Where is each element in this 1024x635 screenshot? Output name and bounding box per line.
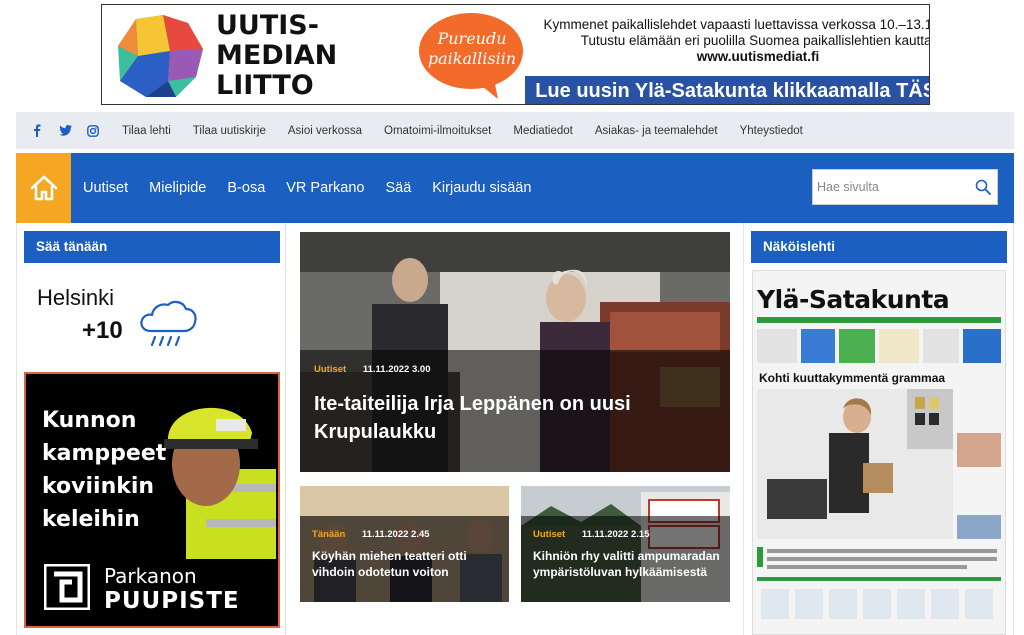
home-button[interactable]: [16, 153, 71, 223]
main-navigation: Uutiset Mielipide B-osa VR Parkano Sää K…: [16, 153, 1014, 223]
banner-logo-text: UUTIS- MEDIAN LIITTO: [216, 11, 337, 101]
social-links: [30, 124, 100, 138]
nav-item-vr-parkano[interactable]: VR Parkano: [286, 180, 364, 196]
facebook-icon[interactable]: [30, 124, 44, 138]
uutismedian-liitto-logo: [118, 15, 203, 97]
article-meta: Uutiset 11.11.2022 2.15: [533, 529, 649, 540]
puupiste-logo-icon: [44, 564, 90, 610]
featured-date: 11.11.2022 3.00: [362, 364, 431, 375]
search-input[interactable]: [813, 172, 963, 202]
puupiste-ad[interactable]: Kunnon kamppeet koviinkin keleihin Parka…: [24, 372, 280, 628]
banner-cta-button[interactable]: Lue uusin Ylä-Satakunta klikkaamalla TÄS…: [525, 76, 929, 104]
article-date: 11.11.2022 2.15: [581, 529, 650, 540]
ad-headline-line: koviinkin: [42, 474, 155, 499]
util-link-asiakas-teemalehdet[interactable]: Asiakas- ja teemalehdet: [595, 125, 718, 137]
weather-temperature: +10: [82, 317, 123, 344]
twitter-icon[interactable]: [58, 124, 72, 138]
top-banner-ad[interactable]: UUTIS- MEDIAN LIITTO Pureudu paikallisii…: [101, 4, 930, 105]
nav-items: Uutiset Mielipide B-osa VR Parkano Sää K…: [83, 153, 552, 223]
right-column: Näköislehti Ylä-Satakunta Kohti kuuttaky…: [744, 223, 1014, 635]
nav-item-saa[interactable]: Sää: [385, 180, 411, 196]
util-link-yhteystiedot[interactable]: Yhteystiedot: [740, 125, 803, 137]
banner-url[interactable]: www.uutismediat.fi: [532, 49, 929, 65]
util-link-asioi-verkossa[interactable]: Asioi verkossa: [288, 125, 362, 137]
weather-city: Helsinki: [37, 285, 115, 310]
article-title[interactable]: Köyhän miehen teatteri otti vihdoin odot…: [312, 548, 504, 580]
util-link-omatoimi-ilmoitukset[interactable]: Omatoimi-ilmoitukset: [384, 125, 491, 137]
search-icon[interactable]: [975, 179, 991, 195]
featured-category[interactable]: Uutiset: [314, 364, 346, 375]
nav-item-mielipide[interactable]: Mielipide: [149, 180, 206, 196]
rain-cloud-icon: [140, 300, 197, 347]
banner-logo-line: LIITTO: [216, 70, 314, 101]
middle-column: Uutiset 11.11.2022 3.00 Ite-taiteilija I…: [286, 223, 744, 635]
ad-headline-line: Kunnon: [42, 408, 137, 433]
util-link-mediatiedot[interactable]: Mediatiedot: [513, 125, 572, 137]
ad-brand-line2: PUUPISTE: [104, 588, 240, 614]
ad-brand-line1: Parkanon: [104, 564, 197, 588]
epaper-header-strip: [757, 317, 1001, 363]
banner-logo-line: UUTIS-: [216, 10, 319, 41]
banner-info-line2: Tutustu elämään eri puolilla Suomea paik…: [580, 33, 930, 48]
featured-article[interactable]: Uutiset 11.11.2022 3.00 Ite-taiteilija I…: [300, 232, 730, 472]
banner-bubble-text: Pureudu paikallisiin: [427, 29, 517, 68]
util-link-tilaa-uutiskirje[interactable]: Tilaa uutiskirje: [193, 125, 266, 137]
ad-headline-line: kamppeet: [42, 441, 167, 466]
epaper-cover-image: [757, 389, 1001, 619]
home-icon: [30, 175, 57, 201]
featured-title[interactable]: Ite-taiteilija Irja Leppänen on uusi Kru…: [314, 390, 644, 446]
nav-item-kirjaudu[interactable]: Kirjaudu sisään: [432, 180, 531, 196]
search-box: [812, 169, 998, 205]
banner-info: Kymmenet paikallislehdet vapaasti luetta…: [532, 17, 930, 65]
left-column: Sää tänään Helsinki +10 Kunnon kamppeet …: [16, 223, 286, 635]
featured-meta: Uutiset 11.11.2022 3.00: [314, 364, 430, 375]
article-card[interactable]: Tänään 11.11.2022 2.45 Köyhän miehen tea…: [300, 486, 509, 602]
article-date: 11.11.2022 2.45: [361, 529, 430, 540]
article-card[interactable]: Uutiset 11.11.2022 2.15 Kihniön rhy vali…: [521, 486, 730, 602]
banner-logo-line: MEDIAN: [216, 40, 338, 71]
article-title[interactable]: Kihniön rhy valitti ampumaradan ympärist…: [533, 548, 725, 580]
nav-item-uutiset[interactable]: Uutiset: [83, 180, 128, 196]
epaper-section-title[interactable]: Näköislehti: [751, 231, 1007, 263]
article-meta: Tänään 11.11.2022 2.45: [312, 529, 430, 540]
epaper-headline: Kohti kuuttakymmentä grammaa: [759, 371, 946, 385]
epaper-paper-name: Ylä-Satakunta: [757, 285, 950, 314]
ad-headline-line: keleihin: [42, 507, 140, 532]
weather-section-title: Sää tänään: [24, 231, 280, 263]
article-category[interactable]: Uutiset: [533, 529, 565, 540]
nav-item-b-osa[interactable]: B-osa: [227, 180, 265, 196]
epaper-cover[interactable]: Ylä-Satakunta Kohti kuuttakymmentä gramm…: [752, 270, 1006, 635]
utility-bar: Tilaa lehti Tilaa uutiskirje Asioi verko…: [16, 112, 1014, 149]
instagram-icon[interactable]: [86, 124, 100, 138]
util-link-tilaa-lehti[interactable]: Tilaa lehti: [122, 125, 171, 137]
article-category[interactable]: Tänään: [312, 529, 345, 540]
worker-helmet-image: [164, 407, 276, 559]
banner-info-line1: Kymmenet paikallislehdet vapaasti luetta…: [543, 17, 930, 32]
